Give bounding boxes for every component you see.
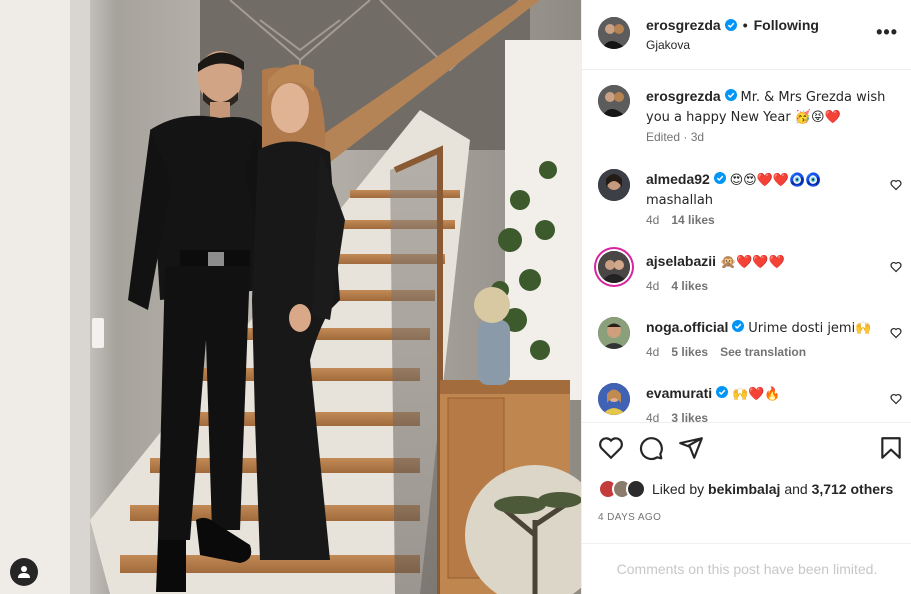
more-options-icon[interactable]: ••• — [876, 22, 898, 43]
comment-text: 🙊❤️❤️❤️ — [719, 255, 785, 270]
liked-by-count[interactable]: 3,712 others — [812, 481, 894, 497]
caption-age: 3d — [690, 130, 705, 144]
comment-likes[interactable]: 14 likes — [671, 213, 714, 227]
comments-limited-notice: Comments on this post have been limited. — [582, 543, 911, 594]
caption-meta: Edited · 3d — [646, 130, 705, 144]
like-icon[interactable] — [598, 435, 624, 461]
comment-meta: 4d 3 likes — [646, 411, 708, 422]
comment-like-icon[interactable] — [890, 393, 902, 405]
comment-avatar[interactable] — [598, 383, 630, 415]
tag-icon[interactable] — [10, 558, 38, 586]
author-avatar[interactable] — [598, 17, 630, 49]
following-button[interactable]: Following — [754, 17, 819, 33]
verified-badge-icon — [724, 19, 737, 31]
comment-avatar[interactable] — [598, 317, 630, 349]
save-bookmark-icon[interactable] — [878, 435, 904, 461]
comment-body: ajselabazii 🙊❤️❤️❤️ — [646, 252, 876, 272]
comment-like-icon[interactable] — [890, 261, 902, 273]
comment-avatar[interactable] — [598, 169, 630, 201]
post-photo[interactable] — [0, 0, 581, 594]
liked-by-prefix: Liked by — [652, 481, 705, 497]
verified-badge-icon — [732, 320, 745, 332]
comment-icon[interactable] — [638, 435, 664, 461]
comment-text: 🙌❤️🔥 — [731, 387, 781, 402]
comment-username[interactable]: noga.official — [646, 319, 728, 335]
comment-body: almeda92 😍😍❤️❤️🧿🧿 mashallah — [646, 170, 876, 210]
liked-by-mid: and — [784, 481, 808, 497]
comment-avatar[interactable] — [598, 251, 630, 283]
comment-age: 4d — [646, 411, 660, 422]
verified-badge-icon — [724, 89, 737, 101]
post-header: erosgrezda • Following Gjakova ••• — [582, 0, 911, 70]
liked-by-user[interactable]: bekimbalaj — [708, 481, 780, 497]
comment-like-icon[interactable] — [890, 179, 902, 191]
comment-like-icon[interactable] — [890, 327, 902, 339]
post-details-panel: erosgrezda • Following Gjakova ••• erosg… — [581, 0, 911, 594]
comment-text: Urime dosti jemi🙌 — [748, 321, 872, 336]
comment-likes[interactable]: 3 likes — [671, 411, 708, 422]
comment-age: 4d — [646, 279, 660, 293]
post-location[interactable]: Gjakova — [646, 38, 690, 52]
comment-age: 4d — [646, 345, 660, 359]
comment-meta: 4d 4 likes — [646, 279, 708, 293]
liked-by: Liked by bekimbalaj and 3,712 others — [598, 479, 893, 499]
verified-badge-icon — [713, 172, 726, 184]
author-username[interactable]: erosgrezda — [646, 17, 721, 33]
share-icon[interactable] — [678, 435, 704, 461]
comment-body: evamurati 🙌❤️🔥 — [646, 384, 876, 404]
comment-body: noga.official Urime dosti jemi🙌 — [646, 318, 876, 338]
comment-username[interactable]: ajselabazii — [646, 253, 716, 269]
caption-avatar[interactable] — [598, 85, 630, 117]
comment-age: 4d — [646, 213, 660, 227]
liker-avatar — [626, 479, 646, 499]
post-image — [0, 0, 581, 594]
post-actions: Liked by bekimbalaj and 3,712 others 4 D… — [582, 422, 911, 542]
verified-badge-icon — [716, 386, 729, 398]
comments-list[interactable]: erosgrezda Mr. & Mrs Grezda wish you a h… — [582, 71, 911, 422]
caption-edited: Edited — [646, 130, 681, 144]
comment-likes[interactable]: 5 likes — [671, 345, 708, 359]
liked-by-text: Liked by bekimbalaj and 3,712 others — [652, 481, 893, 497]
comment-username[interactable]: almeda92 — [646, 171, 710, 187]
post-date: 4 DAYS AGO — [598, 512, 662, 523]
comment-meta: 4d 14 likes — [646, 213, 715, 227]
author-line: erosgrezda • Following — [646, 17, 819, 33]
comment-likes[interactable]: 4 likes — [671, 279, 708, 293]
comment-meta: 4d 5 likes See translation — [646, 345, 806, 359]
see-translation-link[interactable]: See translation — [720, 345, 806, 359]
comment-username[interactable]: evamurati — [646, 385, 712, 401]
caption-username[interactable]: erosgrezda — [646, 88, 721, 104]
caption: erosgrezda Mr. & Mrs Grezda wish you a h… — [646, 87, 896, 127]
separator-dot: • — [742, 17, 748, 33]
